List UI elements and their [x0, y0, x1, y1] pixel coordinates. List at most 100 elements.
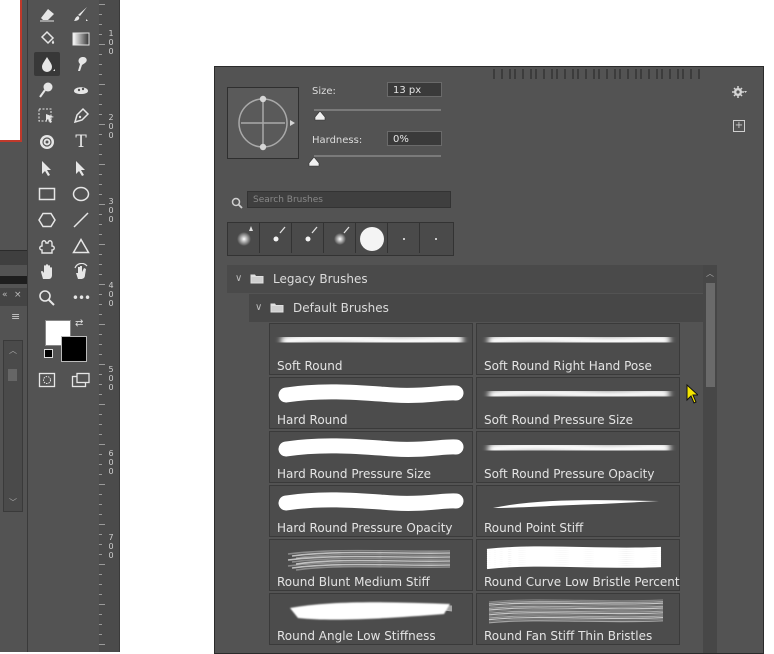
- brush-preset-item[interactable]: Soft Round: [269, 323, 473, 375]
- brush-preset-item[interactable]: Round Blunt Medium Stiff: [269, 539, 473, 591]
- brush-preset-item[interactable]: Soft Round Right Hand Pose: [476, 323, 680, 375]
- brush-preset-item[interactable]: Soft Round Pressure Size: [476, 377, 680, 429]
- default-colors-icon[interactable]: [44, 349, 53, 358]
- collapse-icon[interactable]: «: [2, 290, 8, 300]
- line-icon[interactable]: [68, 208, 94, 232]
- close-icon[interactable]: ×: [14, 290, 22, 300]
- ruler-tick: [99, 264, 102, 265]
- group-label: Legacy Brushes: [273, 272, 368, 286]
- scroll-up-icon[interactable]: ︿: [706, 268, 714, 279]
- ruler-tick: [99, 244, 105, 245]
- dodge-icon[interactable]: [34, 78, 60, 102]
- group-default-brushes[interactable]: ∨ Default Brushes: [249, 294, 703, 322]
- brush-icon[interactable]: [68, 2, 94, 26]
- ruler-tick: [99, 504, 102, 505]
- stamp-icon[interactable]: [34, 130, 60, 154]
- settings-gear-icon[interactable]: [732, 83, 748, 102]
- brush-preset-name: Hard Round Pressure Size: [277, 467, 432, 481]
- grip-mark: [661, 69, 663, 79]
- ruler-tick: [99, 44, 105, 45]
- path-select-icon[interactable]: [34, 156, 60, 180]
- ruler-tick: [99, 54, 102, 55]
- brush-preset-item[interactable]: Round Fan Stiff Thin Bristles: [476, 593, 680, 645]
- ruler-label: 4: [108, 281, 114, 290]
- grip-mark: [614, 69, 616, 79]
- brush-preset-item[interactable]: Hard Round Pressure Opacity: [269, 485, 473, 537]
- ellipse-icon[interactable]: [68, 182, 94, 206]
- gradient-icon[interactable]: [68, 27, 94, 51]
- grip-mark: [682, 69, 684, 79]
- eraser-icon[interactable]: [34, 2, 60, 26]
- grip-mark: [593, 69, 595, 79]
- pen-icon[interactable]: [68, 104, 94, 128]
- triangle-icon[interactable]: [68, 234, 94, 258]
- recent-brush-soft-medium[interactable]: [324, 223, 356, 253]
- paint-bucket-icon[interactable]: [34, 27, 60, 51]
- direct-select-icon[interactable]: [68, 156, 94, 180]
- zoom-icon[interactable]: [34, 286, 60, 310]
- swap-colors-icon[interactable]: ⇄: [75, 318, 83, 329]
- panel-menu-icon[interactable]: ≡: [11, 310, 20, 323]
- new-preset-icon[interactable]: +: [733, 120, 745, 132]
- rotate-view-icon[interactable]: [68, 260, 94, 284]
- grip-mark: [690, 69, 692, 79]
- grip-mark: [509, 69, 511, 79]
- ruler-tick: [99, 374, 102, 375]
- hardness-field[interactable]: 0%: [387, 131, 442, 146]
- ruler-tick: [99, 474, 102, 475]
- type-icon[interactable]: T: [68, 130, 94, 154]
- recent-brush-dot[interactable]: [388, 223, 420, 253]
- grip-mark: [543, 69, 545, 79]
- hardness-slider[interactable]: [314, 155, 441, 157]
- brush-preset-item[interactable]: Round Angle Low Stiffness: [269, 593, 473, 645]
- brush-preset-item[interactable]: Soft Round Pressure Opacity: [476, 431, 680, 483]
- ruler-tick: [99, 424, 102, 425]
- ruler-tick: [99, 524, 105, 525]
- brush-preset-item[interactable]: Hard Round Pressure Size: [269, 431, 473, 483]
- scroll-down-icon[interactable]: ﹀: [9, 497, 17, 508]
- search-brushes-input[interactable]: Search Brushes: [247, 191, 451, 208]
- sponge-icon[interactable]: [68, 78, 94, 102]
- size-slider[interactable]: [314, 109, 441, 111]
- recent-brush-hard-large[interactable]: [356, 223, 388, 253]
- grip-mark: [514, 69, 516, 79]
- left-scrollbar[interactable]: ︿ ﹀: [3, 340, 23, 512]
- ruler-tick: [99, 154, 102, 155]
- object-select-icon[interactable]: [34, 104, 60, 128]
- ruler-tick: [99, 254, 102, 255]
- size-field[interactable]: 13 px: [387, 82, 442, 97]
- polygon-icon[interactable]: [34, 208, 60, 232]
- custom-shape-icon[interactable]: [34, 234, 60, 258]
- rectangle-icon[interactable]: [34, 182, 60, 206]
- chevron-down-icon[interactable]: ∨: [235, 265, 245, 293]
- scroll-up-icon[interactable]: ︿: [9, 345, 17, 356]
- recent-brush-hard-small[interactable]: [260, 223, 292, 253]
- panel-dark-bar: [0, 276, 27, 284]
- document-canvas-edge[interactable]: « × ≡ ︿ ﹀: [0, 0, 27, 652]
- blur-drop-icon[interactable]: [34, 52, 60, 76]
- scroll-thumb[interactable]: [706, 283, 715, 387]
- ruler-tick: [99, 184, 102, 185]
- recent-brush-soft-round[interactable]: [228, 223, 260, 253]
- brush-preset-item[interactable]: Round Curve Low Bristle Percent: [476, 539, 680, 591]
- chevron-down-icon[interactable]: ∨: [255, 294, 265, 322]
- group-legacy-brushes[interactable]: ∨ Legacy Brushes: [227, 265, 703, 293]
- background-color-swatch[interactable]: [61, 336, 87, 362]
- brush-preset-item[interactable]: Round Point Stiff: [476, 485, 680, 537]
- more-tools-icon[interactable]: •••: [68, 286, 94, 310]
- ruler-label: 0: [108, 47, 114, 56]
- panel-controls[interactable]: « ×: [0, 288, 27, 306]
- brush-tip-preview[interactable]: [227, 87, 299, 159]
- recent-brush-dot[interactable]: [420, 223, 451, 253]
- ruler-tick: [99, 144, 102, 145]
- hand-icon[interactable]: [34, 260, 60, 284]
- grip-mark: [564, 69, 566, 79]
- smudge-icon[interactable]: [68, 52, 94, 76]
- quick-mask-icon[interactable]: [34, 368, 60, 392]
- scroll-thumb[interactable]: [8, 369, 17, 381]
- brush-list-scrollbar[interactable]: ︿: [703, 265, 717, 653]
- brush-preset-item[interactable]: Hard Round: [269, 377, 473, 429]
- grip-mark: [698, 69, 700, 79]
- screen-mode-icon[interactable]: [68, 368, 94, 392]
- recent-brush-hard-small[interactable]: [292, 223, 324, 253]
